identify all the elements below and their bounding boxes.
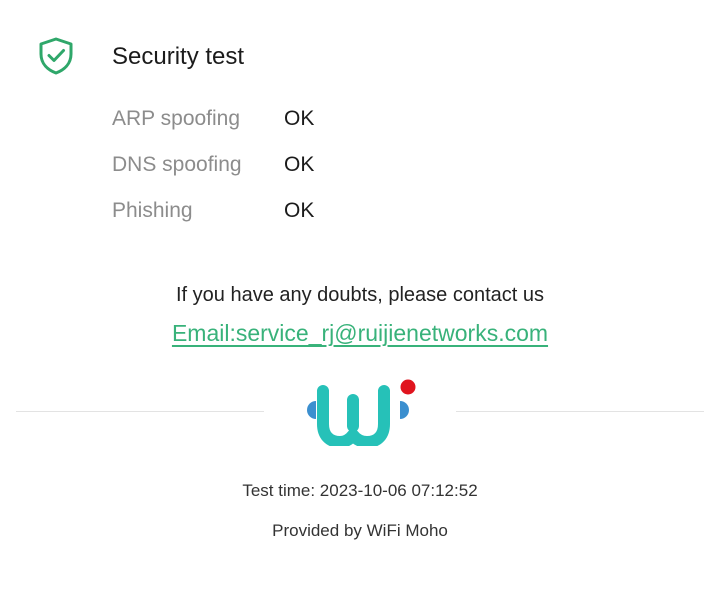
divider-right — [456, 411, 704, 412]
email-container: Email:service_rj@ruijienetworks.com — [0, 320, 720, 347]
check-result: OK — [284, 107, 315, 130]
check-result: OK — [284, 153, 315, 176]
check-row-phishing: Phishing OK — [112, 197, 314, 225]
security-test-title: Security test — [112, 43, 245, 70]
check-row-arp: ARP spoofing OK — [112, 105, 314, 133]
check-label: DNS spoofing — [112, 153, 242, 176]
wifi-moho-logo-icon — [307, 379, 416, 446]
test-time: Test time: 2023-10-06 07:12:52 — [242, 481, 478, 500]
check-label: ARP spoofing — [112, 107, 241, 130]
check-result: OK — [284, 199, 315, 222]
check-label: Phishing — [112, 199, 193, 222]
security-section-header — [38, 36, 74, 76]
divider-left — [16, 411, 264, 412]
check-row-dns: DNS spoofing OK — [112, 151, 314, 179]
provided-by: Provided by WiFi Moho — [272, 521, 448, 540]
shield-check-icon — [39, 37, 73, 75]
email-link[interactable]: Email:service_rj@ruijienetworks.com — [172, 320, 548, 346]
contact-message: If you have any doubts, please contact u… — [175, 284, 545, 306]
